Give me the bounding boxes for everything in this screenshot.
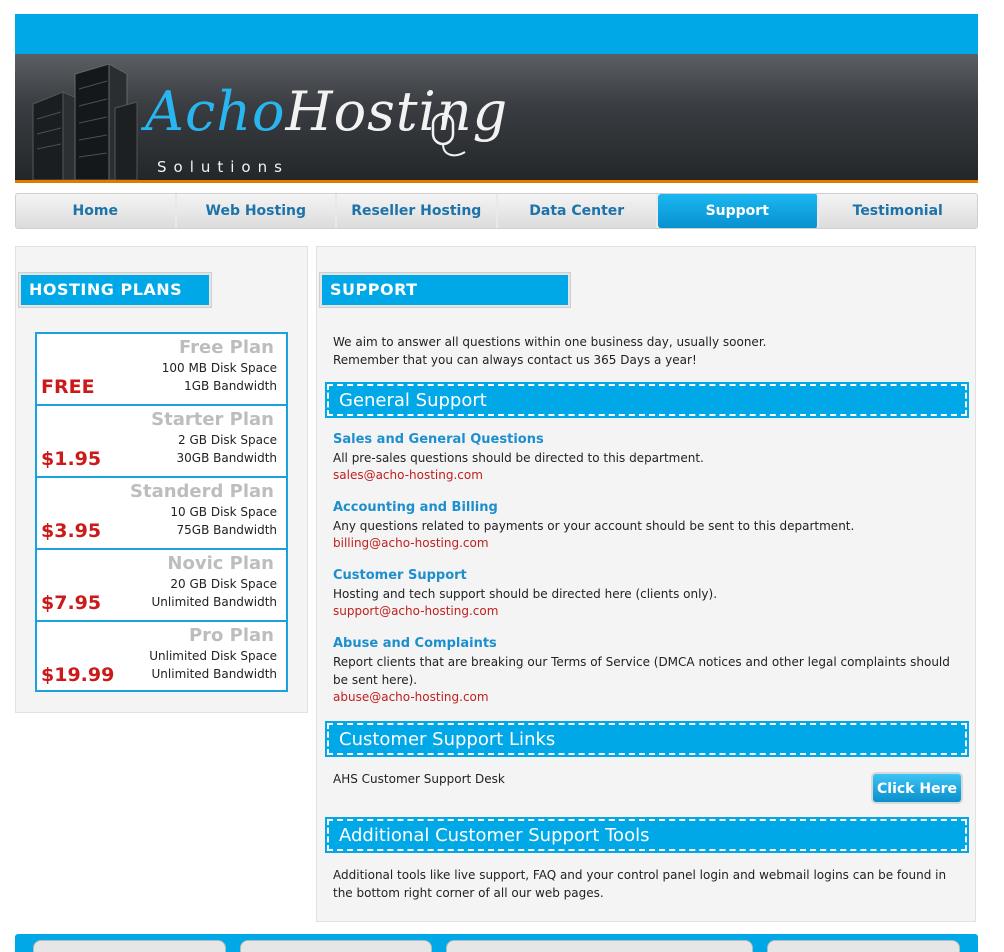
dept-heading-abuse: Abuse and Complaints (333, 636, 497, 651)
plans-list: Free Plan 100 MB Disk Space 1GB Bandwidt… (35, 332, 288, 692)
server-towers-icon (32, 64, 138, 180)
support-tools-bar: Additional Customer Support Tools (327, 819, 967, 851)
click-here-button[interactable]: Click Here (871, 772, 963, 804)
footer-tab[interactable] (239, 940, 433, 952)
nav-reseller-hosting[interactable]: Reseller Hosting (337, 194, 498, 228)
top-bar (15, 14, 978, 54)
plan-card-starter[interactable]: Starter Plan 2 GB Disk Space 30GB Bandwi… (35, 404, 288, 476)
nav-testimonial[interactable]: Testimonial (819, 194, 978, 228)
plan-card-standerd[interactable]: Standerd Plan 10 GB Disk Space 75GB Band… (35, 476, 288, 548)
support-title: SUPPORT (320, 273, 570, 307)
dept-text-sales: All pre-sales questions should be direct… (333, 451, 704, 465)
plan-disk: 20 GB Disk Space (170, 577, 277, 591)
logo-acho-text: Acho (145, 80, 286, 143)
plan-bandwidth: 1GB Bandwidth (184, 379, 277, 393)
support-content: SUPPORT We aim to answer all questions w… (316, 246, 976, 922)
intro-line-2: Remember that you can always contact us … (333, 353, 697, 367)
dept-heading-sales: Sales and General Questions (333, 432, 544, 447)
plan-disk: 2 GB Disk Space (178, 433, 277, 447)
logo-subtitle: Solutions (157, 158, 289, 176)
plan-card-pro[interactable]: Pro Plan Unlimited Disk Space Unlimited … (35, 620, 288, 692)
plan-name: Starter Plan (151, 409, 274, 430)
plan-price: $3.95 (41, 520, 102, 542)
plan-bandwidth: 30GB Bandwidth (176, 451, 278, 465)
main-nav: Home Web Hosting Reseller Hosting Data C… (15, 193, 978, 229)
support-desk-label: AHS Customer Support Desk (333, 772, 505, 786)
site-header: AchoHosting Solutions (15, 54, 978, 180)
plan-name: Free Plan (178, 337, 274, 358)
nav-data-center[interactable]: Data Center (498, 194, 658, 228)
plan-bandwidth: Unlimited Bandwidth (151, 595, 277, 609)
dept-text-billing: Any questions related to payments or you… (333, 519, 855, 533)
logo-hosting-text: Hosting (285, 80, 509, 143)
dept-email-abuse[interactable]: abuse@acho-hosting.com (333, 690, 489, 704)
support-links-bar: Customer Support Links (327, 723, 967, 755)
sidebar: HOSTING PLANS Free Plan 100 MB Disk Spac… (15, 246, 308, 713)
plan-disk: 100 MB Disk Space (161, 361, 277, 375)
mouse-icon (431, 112, 466, 157)
plan-price: $19.99 (41, 664, 115, 686)
support-tools-text: Additional tools like live support, FAQ … (333, 868, 947, 900)
dept-heading-support: Customer Support (333, 568, 467, 583)
plan-card-novic[interactable]: Novic Plan 20 GB Disk Space Unlimited Ba… (35, 548, 288, 620)
footer-tab[interactable] (767, 940, 961, 952)
dept-text-abuse: Report clients that are breaking our Ter… (333, 655, 950, 687)
plan-name: Pro Plan (188, 625, 274, 646)
header-underline (15, 180, 978, 183)
nav-support[interactable]: Support (658, 194, 819, 228)
footer-tabs (15, 940, 978, 952)
footer-tab[interactable] (446, 940, 754, 952)
plan-name: Standerd Plan (130, 481, 274, 502)
plan-price: FREE (41, 376, 95, 398)
plan-price: $7.95 (41, 592, 102, 614)
plan-bandwidth: Unlimited Bandwidth (151, 667, 277, 681)
dept-heading-billing: Accounting and Billing (333, 500, 498, 515)
support-intro: We aim to answer all questions within on… (333, 333, 963, 369)
general-support-bar: General Support (327, 384, 967, 416)
plan-name: Novic Plan (167, 553, 274, 574)
dept-email-sales[interactable]: sales@acho-hosting.com (333, 468, 483, 482)
plan-price: $1.95 (41, 448, 102, 470)
plan-disk: 10 GB Disk Space (170, 505, 277, 519)
intro-line-1: We aim to answer all questions within on… (333, 335, 767, 349)
footer-tab[interactable] (33, 940, 226, 952)
plan-disk: Unlimited Disk Space (149, 649, 277, 663)
dept-text-support: Hosting and tech support should be direc… (333, 587, 718, 601)
plan-card-free[interactable]: Free Plan 100 MB Disk Space 1GB Bandwidt… (35, 332, 288, 404)
plan-bandwidth: 75GB Bandwidth (176, 523, 278, 537)
nav-home[interactable]: Home (16, 194, 177, 228)
nav-web-hosting[interactable]: Web Hosting (177, 194, 337, 228)
dept-email-billing[interactable]: billing@acho-hosting.com (333, 536, 489, 550)
dept-email-support[interactable]: support@acho-hosting.com (333, 604, 498, 618)
hosting-plans-title: HOSTING PLANS (19, 273, 211, 307)
